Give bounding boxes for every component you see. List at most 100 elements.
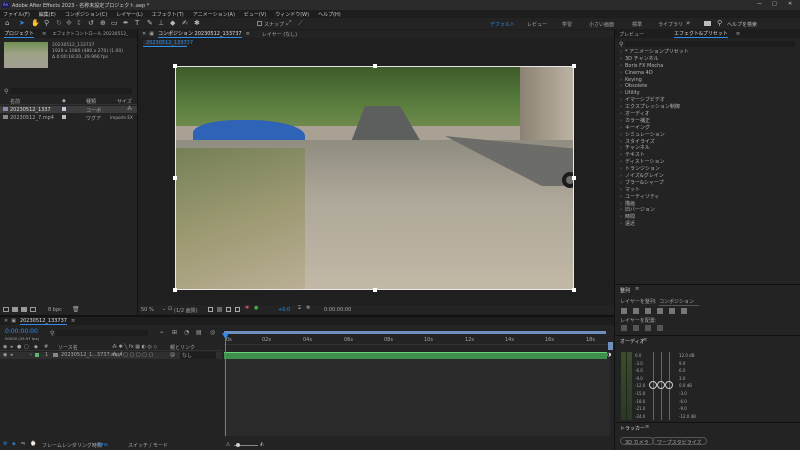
list-item[interactable]: キーイング <box>615 125 800 132</box>
text-tool-icon[interactable]: T <box>135 19 139 27</box>
list-item[interactable]: ノイズ&グレイン <box>615 173 800 180</box>
audio-menu-icon[interactable]: ≡ <box>643 337 647 343</box>
list-item[interactable]: マット <box>615 187 800 194</box>
tab-effects-presets[interactable]: エフェクト&プリセット <box>674 30 728 38</box>
table-row[interactable]: 20230512_7.mp4 ワグア Imports EX <box>0 114 137 122</box>
draft-3d-icon[interactable]: ⊞ <box>172 329 177 336</box>
roto-brush-tool-icon[interactable]: ✍ <box>182 19 188 27</box>
menu-help[interactable]: ヘルプ(H) <box>318 11 341 18</box>
brush-tool-icon[interactable]: ✎ <box>147 19 153 27</box>
list-item[interactable]: 3D チャンネル <box>615 56 800 63</box>
snapshot-icon[interactable]: ⌻ <box>298 305 301 311</box>
list-item[interactable]: ユーティリティ <box>615 194 800 201</box>
menu-view[interactable]: ビュー(V) <box>244 11 266 18</box>
3d-camera-button[interactable]: 3D カメラ <box>620 437 654 446</box>
maximize-button[interactable]: □ <box>772 1 777 7</box>
menu-effect[interactable]: エフェクト(T) <box>152 11 184 18</box>
list-item[interactable]: 時間 <box>615 214 800 221</box>
timeline-timecode[interactable]: 0:00:00:00 <box>5 328 38 335</box>
new-folder-icon[interactable] <box>12 307 18 312</box>
transparency-grid-icon[interactable] <box>217 307 222 312</box>
timeline-search-icon[interactable]: ⚲ <box>50 330 54 337</box>
align-menu-icon[interactable]: ≡ <box>635 286 639 292</box>
list-item[interactable]: Keying <box>615 77 800 84</box>
close-timeline-tab-icon[interactable]: ✕ <box>4 318 8 324</box>
pan-behind-tool-icon[interactable]: ⊕ <box>100 19 106 27</box>
work-area-end-marker[interactable] <box>608 342 613 350</box>
fit-view-icon[interactable]: ⊡ <box>168 306 172 312</box>
bpc-label[interactable]: 8 bpc <box>48 307 62 313</box>
color-channel-icon[interactable]: ✱ <box>245 305 249 311</box>
warp-stabilize-button[interactable]: ワープスタビライズ <box>652 437 707 446</box>
timeline-menu-icon[interactable]: ≡ <box>71 318 75 324</box>
snap-magnet-icon[interactable]: ⟋ <box>298 19 303 28</box>
comp-marker-icon[interactable]: ◑ <box>607 352 611 358</box>
resolution-select[interactable]: (1/2 画質) <box>174 307 198 314</box>
region-of-interest-icon[interactable] <box>208 307 213 312</box>
divider[interactable] <box>614 30 615 450</box>
distribute-left-icon[interactable] <box>657 325 663 331</box>
selection-tool-icon[interactable]: ➤ <box>19 19 25 27</box>
list-item[interactable]: スタイライズ <box>615 139 800 146</box>
distribute-top-icon[interactable] <box>621 325 627 331</box>
motion-blur-icon[interactable]: ◎ <box>210 329 215 336</box>
column-source-name[interactable]: ソース名 <box>58 344 78 351</box>
close-button[interactable]: ✕ <box>788 1 792 7</box>
align-left-icon[interactable] <box>621 308 627 314</box>
eraser-tool-icon[interactable]: ◆ <box>170 19 175 27</box>
list-item[interactable]: ディストーション <box>615 159 800 166</box>
frame-blending-icon[interactable]: ▤ <box>196 329 202 336</box>
chevron-down-icon[interactable]: ⌄ <box>162 306 166 312</box>
interpret-footage-icon[interactable] <box>3 307 9 312</box>
list-item[interactable]: オーディオ <box>615 111 800 118</box>
layer-duration-bar[interactable] <box>224 352 607 359</box>
dolly-tool-icon[interactable]: ↕ <box>76 19 82 27</box>
zoom-select[interactable]: 50 % <box>141 307 154 313</box>
comp-menu-icon[interactable]: ≡ <box>246 31 250 37</box>
project-search-icon[interactable]: ⚲ <box>4 88 8 95</box>
pan-tool-icon[interactable]: ✥ <box>66 19 72 27</box>
align-to-select[interactable]: コンポジション <box>659 298 699 306</box>
handle-top-mid[interactable] <box>373 64 377 68</box>
lock-switch-icon[interactable]: ▢ <box>24 344 29 350</box>
list-item[interactable]: エクスプレッション制御 <box>615 104 800 111</box>
mask-visibility-icon[interactable] <box>226 307 231 312</box>
list-item[interactable]: Obsolete <box>615 83 800 90</box>
column-parent[interactable]: 親とリンク <box>170 344 195 351</box>
handle-bottom-left[interactable] <box>173 288 177 292</box>
align-right-icon[interactable] <box>645 308 651 314</box>
list-item[interactable]: トランジション <box>615 166 800 173</box>
align-vcenter-icon[interactable] <box>669 308 675 314</box>
label-color-swatch[interactable] <box>62 115 66 119</box>
workspace-learn[interactable]: 学習 <box>562 21 572 28</box>
workspace-small-screen[interactable]: 小さい画面 <box>589 21 614 28</box>
toggle-stretch-icon[interactable]: ⌚ <box>30 441 36 447</box>
puppet-tool-icon[interactable]: ✱ <box>194 19 200 27</box>
home-icon[interactable]: ⌂ <box>5 19 9 27</box>
project-settings-icon[interactable] <box>30 307 36 312</box>
rectangle-tool-icon[interactable]: ▭ <box>111 19 118 27</box>
menu-file[interactable]: ファイル(F) <box>3 11 30 18</box>
color-management-icon[interactable]: ● <box>254 305 258 311</box>
exposure-value[interactable]: +0.0 <box>278 307 290 313</box>
render-queue-icon[interactable]: ▣ <box>11 318 16 324</box>
switches-modes-toggle[interactable]: スイッチ / モード <box>128 442 168 449</box>
show-channel-icon[interactable]: ✻ <box>306 305 310 311</box>
list-item[interactable]: ブラー&シャープ <box>615 180 800 187</box>
project-menu-icon[interactable]: ≡ <box>42 31 46 37</box>
tab-layer[interactable]: レイヤー (なし) <box>262 31 297 38</box>
menu-animation[interactable]: アニメーション(A) <box>193 11 235 18</box>
layer-bounding-box[interactable] <box>175 66 574 290</box>
layer-switches-icon[interactable]: ⁂ ╱ ▢ ▢ ▢ ▢ ▢ <box>112 352 153 358</box>
lock-icon[interactable]: ▣ <box>149 31 154 37</box>
audio-slider-right-knob[interactable] <box>665 381 673 389</box>
label-column-icon[interactable]: ◆ <box>34 344 38 350</box>
tracker-menu-icon[interactable]: ≡ <box>645 424 649 430</box>
delete-icon[interactable]: 🗑 <box>72 306 80 313</box>
pickwhip-icon[interactable]: @ <box>170 352 175 358</box>
shy-layers-icon[interactable]: ◔ <box>184 329 189 336</box>
audio-slider-left-knob[interactable] <box>649 381 657 389</box>
minimize-button[interactable]: — <box>757 1 762 7</box>
divider[interactable] <box>0 315 614 317</box>
column-name[interactable]: 名前 <box>10 98 20 105</box>
